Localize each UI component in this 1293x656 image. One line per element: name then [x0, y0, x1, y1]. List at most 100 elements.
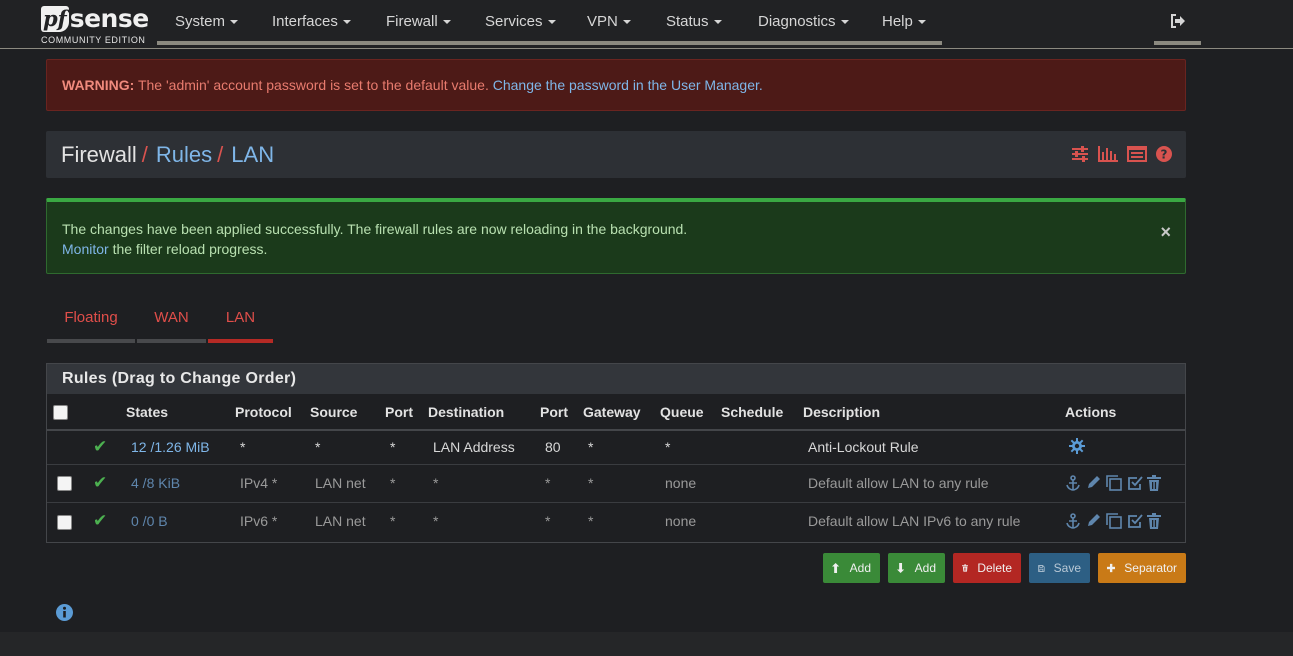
rule-gateway: * — [577, 501, 654, 540]
anchor-icon[interactable] — [1065, 475, 1081, 491]
main-menu: System Interfaces Firewall Services VPN … — [157, 0, 942, 45]
nav-help[interactable]: Help — [882, 0, 926, 44]
logo-sense-text: sense — [69, 4, 149, 33]
logout-button[interactable] — [1154, 0, 1201, 45]
monitor-link[interactable]: Monitor — [62, 241, 109, 257]
breadcrumb: Firewall / Rules / LAN ? — [46, 131, 1186, 178]
plus-icon — [1107, 563, 1116, 573]
separator-button[interactable]: Separator — [1098, 553, 1186, 583]
level-up-icon — [832, 562, 840, 574]
rule-queue: none — [654, 463, 715, 502]
svg-text:?: ? — [1161, 148, 1168, 162]
rule-actions — [1065, 513, 1185, 530]
nav-diagnostics[interactable]: Diagnostics — [758, 0, 849, 44]
trash-icon[interactable] — [1147, 475, 1161, 491]
rule-destination-port: 80 — [534, 429, 577, 464]
chevron-down-icon — [840, 20, 849, 25]
pencil-icon[interactable] — [1085, 475, 1101, 491]
nav-services[interactable]: Services — [485, 0, 556, 44]
rule-actions — [1065, 475, 1185, 491]
default-password-warning: WARNING: The 'admin' account password is… — [46, 59, 1186, 111]
rule-queue: none — [654, 501, 715, 540]
edition-label: COMMUNITY EDITION — [41, 35, 146, 45]
rule-states[interactable]: 4 /8 KiB — [120, 463, 229, 502]
rule-gateway: * — [577, 429, 654, 464]
rule-description: Anti-Lockout Rule — [797, 429, 1059, 464]
col-gateway: Gateway — [577, 394, 654, 431]
rule-destination-port: * — [534, 501, 577, 540]
tab-wan[interactable]: WAN — [137, 300, 206, 343]
warning-text: The 'admin' account password is set to t… — [134, 77, 493, 93]
breadcrumb-lan[interactable]: LAN — [231, 142, 274, 168]
table-row[interactable]: ✔ 12 /1.26 MiB * * * LAN Address 80 * * … — [47, 429, 1185, 464]
bar-chart-icon[interactable] — [1098, 146, 1118, 162]
rule-source-port: * — [379, 501, 422, 540]
breadcrumb-rules[interactable]: Rules — [156, 142, 212, 168]
col-source: Source — [304, 394, 379, 431]
tab-lan[interactable]: LAN — [208, 300, 273, 343]
rule-schedule — [715, 429, 797, 464]
nav-status[interactable]: Status — [666, 0, 722, 44]
col-destination: Destination — [422, 394, 534, 431]
copy-icon[interactable] — [1105, 475, 1123, 491]
gear-icon[interactable] — [1069, 437, 1085, 454]
breadcrumb-firewall: Firewall — [61, 141, 137, 167]
success-message: The changes have been applied successful… — [62, 221, 688, 237]
rule-states[interactable]: 12 /1.26 MiB — [120, 429, 229, 464]
level-down-icon — [897, 562, 905, 574]
rule-protocol: * — [229, 429, 304, 464]
rule-schedule — [715, 501, 797, 540]
row-select-checkbox[interactable] — [57, 514, 72, 530]
rule-schedule — [715, 463, 797, 502]
sign-out-icon — [1170, 13, 1185, 28]
add-rule-top-button[interactable]: Add — [823, 553, 880, 583]
check-icon: ✔ — [93, 511, 108, 531]
copy-icon[interactable] — [1105, 513, 1123, 530]
chevron-down-icon — [622, 20, 631, 25]
sliders-icon[interactable] — [1071, 146, 1089, 162]
tab-floating[interactable]: Floating — [47, 300, 135, 343]
rule-source-port: * — [379, 463, 422, 502]
add-rule-bottom-button[interactable]: Add — [888, 553, 945, 583]
logo-pf-mark: pf — [41, 6, 69, 32]
col-actions: Actions — [1059, 394, 1185, 431]
help-icon[interactable]: ? — [1156, 146, 1172, 162]
rule-destination: * — [422, 501, 534, 540]
rule-source: LAN net — [304, 463, 379, 502]
table-row[interactable]: ✔ 0 /0 B IPv6 * LAN net * * * * none Def… — [47, 501, 1185, 540]
breadcrumb-separator: / — [217, 141, 224, 167]
change-password-link[interactable]: Change the password in the User Manager. — [493, 77, 763, 93]
rule-destination: LAN Address — [422, 429, 534, 464]
check-icon: ✔ — [93, 437, 108, 457]
nav-vpn[interactable]: VPN — [587, 0, 631, 44]
select-all-checkbox[interactable] — [53, 404, 68, 420]
rule-gateway: * — [577, 463, 654, 502]
pencil-icon[interactable] — [1085, 513, 1101, 529]
page-footer — [0, 632, 1293, 656]
info-icon[interactable] — [56, 604, 73, 621]
rule-states[interactable]: 0 /0 B — [120, 501, 229, 540]
chevron-down-icon — [342, 20, 351, 25]
list-table-icon[interactable] — [1127, 146, 1147, 162]
top-navbar: pf sense COMMUNITY EDITION System Interf… — [0, 0, 1293, 49]
table-header-row: States Protocol Source Port Destination … — [47, 394, 1185, 431]
check-square-icon[interactable] — [1127, 475, 1143, 491]
trash-icon[interactable] — [1147, 513, 1161, 530]
warning-label: WARNING: — [62, 77, 135, 93]
nav-firewall[interactable]: Firewall — [386, 0, 451, 44]
nav-interfaces[interactable]: Interfaces — [272, 0, 351, 44]
pfsense-logo[interactable]: pf sense COMMUNITY EDITION — [41, 4, 149, 45]
row-select-checkbox[interactable] — [57, 476, 72, 492]
col-schedule: Schedule — [715, 394, 797, 431]
nav-system[interactable]: System — [175, 0, 239, 44]
delete-button[interactable]: Delete — [953, 553, 1021, 583]
trash-icon — [962, 564, 969, 572]
table-row[interactable]: ✔ 4 /8 KiB IPv4 * LAN net * * * * none D… — [47, 463, 1185, 502]
anchor-icon[interactable] — [1065, 513, 1081, 530]
check-square-icon[interactable] — [1127, 513, 1143, 529]
rule-protocol: IPv6 * — [229, 501, 304, 540]
rule-description: Default allow LAN to any rule — [797, 463, 1059, 502]
rule-source: LAN net — [304, 501, 379, 540]
close-alert-button[interactable]: × — [1160, 222, 1171, 242]
save-button[interactable]: Save — [1029, 553, 1090, 583]
